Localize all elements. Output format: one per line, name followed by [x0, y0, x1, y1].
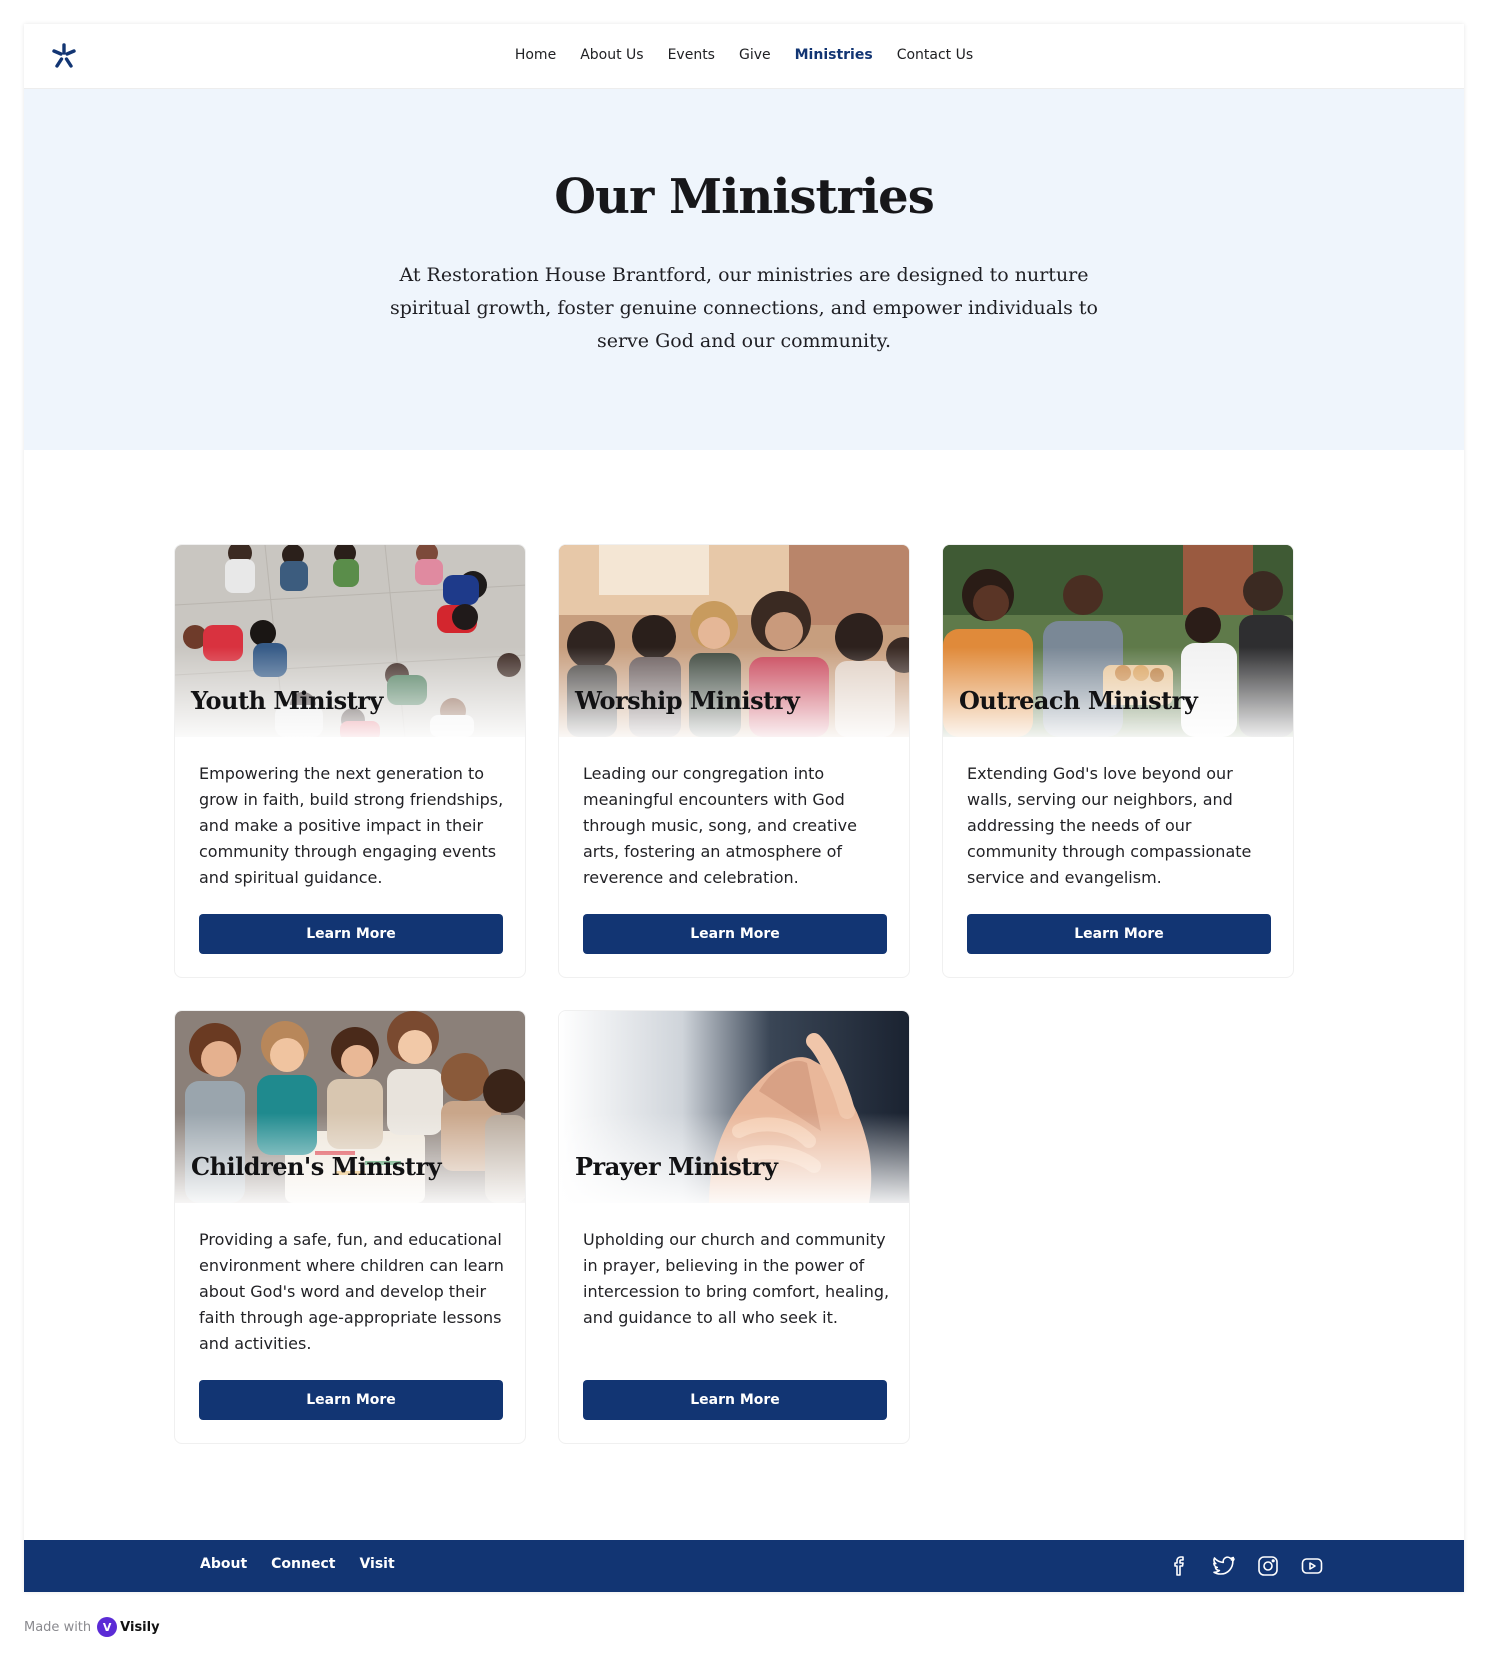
- made-with-label: Made with: [24, 1619, 92, 1635]
- hero-section: Our Ministries At Restoration House Bran…: [24, 89, 1464, 450]
- learn-more-button-childrens[interactable]: Learn More: [199, 1380, 503, 1420]
- twitter-icon[interactable]: [1212, 1554, 1236, 1578]
- card-title: Worship Ministry: [575, 686, 800, 715]
- page-frame: Home About Us Events Give Ministries Con…: [24, 24, 1464, 1592]
- ministry-card-youth: Youth Ministry Empowering the next gener…: [174, 544, 526, 978]
- footer: About Connect Visit: [24, 1540, 1464, 1592]
- social-icons: [1168, 1554, 1324, 1578]
- learn-more-button-worship[interactable]: Learn More: [583, 914, 887, 954]
- top-nav: Home About Us Events Give Ministries Con…: [24, 24, 1464, 89]
- visily-logo-icon: V: [97, 1617, 118, 1637]
- page-title: Our Ministries: [554, 169, 935, 225]
- card-description: Providing a safe, fun, and educational e…: [199, 1230, 504, 1353]
- nav-link-contact-us[interactable]: Contact Us: [897, 47, 973, 63]
- card-title: Youth Ministry: [191, 686, 383, 715]
- nav-link-events[interactable]: Events: [668, 47, 715, 63]
- card-description: Extending God's love beyond our walls, s…: [967, 764, 1252, 887]
- card-description: Leading our congregation into meaningful…: [583, 764, 857, 887]
- instagram-icon[interactable]: [1256, 1554, 1280, 1578]
- nav-link-ministries[interactable]: Ministries: [795, 47, 873, 63]
- nav-links: Home About Us Events Give Ministries Con…: [24, 47, 1464, 63]
- footer-link-visit[interactable]: Visit: [359, 1556, 394, 1572]
- facebook-icon[interactable]: [1168, 1554, 1192, 1578]
- card-title: Children's Ministry: [191, 1152, 442, 1181]
- card-description: Upholding our church and community in pr…: [583, 1230, 890, 1327]
- learn-more-button-prayer[interactable]: Learn More: [583, 1380, 887, 1420]
- learn-more-button-youth[interactable]: Learn More: [199, 914, 503, 954]
- made-with-badge[interactable]: Made with V Visily: [24, 1617, 160, 1637]
- ministry-card-childrens: Children's Ministry Providing a safe, fu…: [174, 1010, 526, 1444]
- nav-link-give[interactable]: Give: [739, 47, 771, 63]
- nav-link-home[interactable]: Home: [515, 47, 556, 63]
- hero-subtitle: At Restoration House Brantford, our mini…: [389, 264, 1098, 352]
- footer-link-about[interactable]: About: [200, 1556, 247, 1572]
- card-description: Empowering the next generation to grow i…: [199, 764, 504, 887]
- visily-brand-name: Visily: [120, 1619, 160, 1635]
- footer-links: About Connect Visit: [200, 1556, 395, 1572]
- visily-brand: V Visily: [97, 1617, 160, 1637]
- ministry-card-outreach: Outreach Ministry Extending God's love b…: [942, 544, 1294, 978]
- learn-more-button-outreach[interactable]: Learn More: [967, 914, 1271, 954]
- ministry-card-worship: Worship Ministry Leading our congregatio…: [558, 544, 910, 978]
- card-title: Prayer Ministry: [575, 1152, 778, 1181]
- youtube-icon[interactable]: [1300, 1554, 1324, 1578]
- nav-link-about-us[interactable]: About Us: [580, 47, 643, 63]
- card-title: Outreach Ministry: [959, 686, 1198, 715]
- ministry-card-prayer: Prayer Ministry Upholding our church and…: [558, 1010, 910, 1444]
- footer-link-connect[interactable]: Connect: [271, 1556, 335, 1572]
